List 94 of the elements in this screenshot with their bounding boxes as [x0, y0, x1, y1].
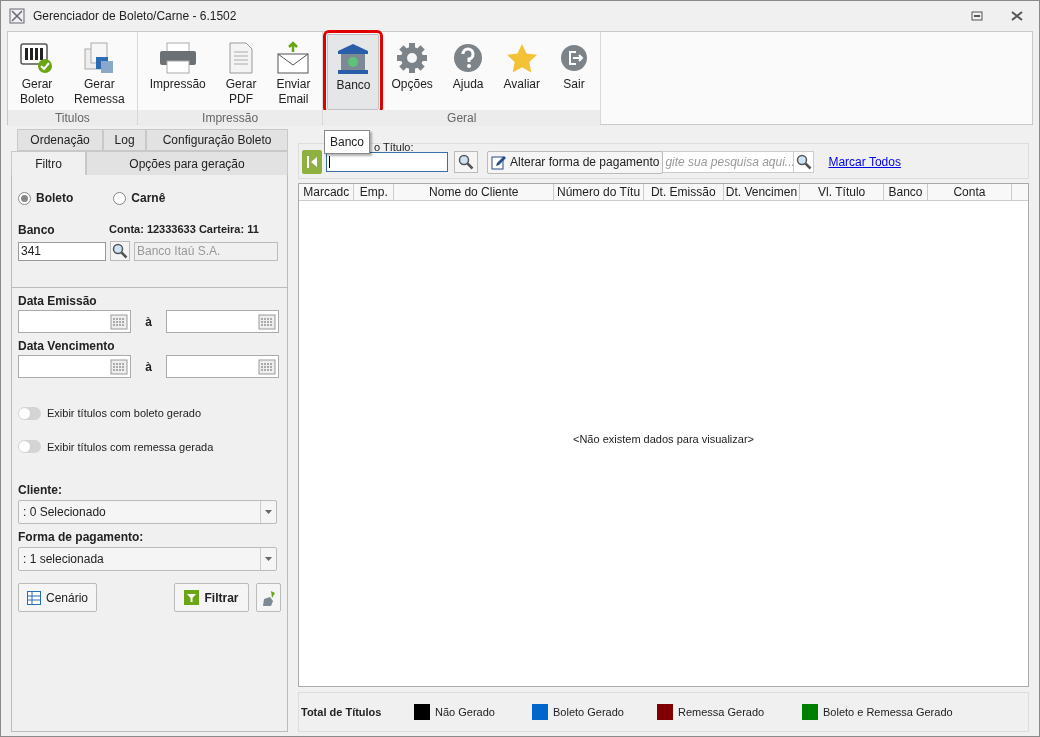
ribbon-button[interactable]: Opções — [383, 34, 441, 110]
column-header[interactable]: Emp. — [354, 184, 395, 200]
calendar-icon[interactable] — [110, 358, 128, 375]
group-label: Geral — [323, 110, 600, 126]
edit-icon — [491, 154, 506, 170]
legend-title: Total de Títulos — [301, 704, 383, 720]
search-icon — [458, 154, 474, 170]
toggle-switch[interactable] — [18, 440, 41, 454]
restore-icon[interactable] — [971, 11, 983, 21]
tooltip: Banco — [324, 130, 371, 154]
toggle-switch[interactable] — [18, 406, 41, 420]
tab[interactable]: Log — [103, 129, 147, 151]
field-label: Forma de pagamento: — [18, 529, 145, 546]
barcode-icon — [20, 42, 54, 74]
title-search-field[interactable] — [326, 152, 448, 172]
legend-label: Boleto e Remessa Gerado — [823, 704, 953, 720]
toggle-label: Exibir títulos com remessa gerada — [47, 439, 214, 455]
search-button[interactable] — [110, 241, 130, 261]
column-header[interactable]: Nome do Cliente — [394, 184, 555, 200]
group-label: Impressão — [137, 110, 323, 126]
select-all-link[interactable]: Marcar Todos — [828, 153, 901, 171]
caret-icon — [265, 510, 272, 514]
tab[interactable]: Filtro — [11, 151, 86, 175]
column-header[interactable]: Vl. Título — [800, 184, 885, 200]
calendar-icon[interactable] — [258, 358, 276, 375]
field-label: o Título: — [374, 141, 414, 153]
settings-icon — [396, 42, 429, 74]
column-header[interactable]: Número do Títu — [554, 184, 644, 200]
field-label: Banco — [18, 222, 56, 239]
column-header[interactable]: Marcadc — [299, 184, 355, 200]
column-header[interactable]: Dt. Vencimen — [723, 184, 801, 200]
funnel-icon — [184, 590, 200, 605]
printer-icon — [157, 41, 198, 75]
range-separator: à — [144, 358, 153, 376]
ribbon-button[interactable]: Impressão — [141, 34, 214, 110]
date-field[interactable] — [166, 355, 279, 378]
change-payment-button[interactable]: Alterar forma de pagamento — [487, 150, 664, 174]
caret-icon — [265, 557, 272, 561]
bank-code-field[interactable]: 341 — [18, 241, 106, 261]
column-header[interactable]: Dt. Emissão — [643, 184, 724, 200]
column-header[interactable]: Conta — [927, 184, 1012, 200]
ribbon-button[interactable]: Avaliar — [495, 34, 548, 110]
envelope-icon — [276, 41, 311, 75]
broom-icon — [261, 589, 276, 606]
bank-icon — [336, 42, 371, 76]
tab[interactable]: Opções para geração — [86, 151, 288, 175]
ribbon-button[interactable]: Gerar PDF — [217, 34, 265, 110]
account-info: Conta: 12333633 Carteira: 11 — [109, 222, 259, 237]
search-icon — [112, 243, 128, 259]
date-field[interactable] — [166, 310, 279, 333]
legend-label: Não Gerado — [435, 704, 495, 720]
clear-button[interactable] — [256, 583, 281, 612]
empty-message: <Não existem dados para visualizar> — [573, 432, 754, 448]
star-icon — [505, 43, 538, 73]
document-icon — [228, 42, 255, 74]
legend-label: Remessa Gerado — [678, 704, 765, 720]
collapse-icon — [306, 155, 318, 169]
exit-icon — [560, 44, 588, 72]
column-header[interactable]: Banco — [884, 184, 928, 200]
legend-label: Boleto Gerado — [553, 704, 624, 720]
ribbon-button[interactable]: Sair — [552, 34, 596, 110]
date-field[interactable] — [18, 355, 131, 378]
tab[interactable]: Ordenação — [17, 129, 104, 151]
calendar-icon[interactable] — [258, 313, 276, 330]
dropdown[interactable]: : 1 selecionada — [18, 547, 277, 571]
app-logo-icon — [9, 8, 25, 24]
scenario-button[interactable]: Cenário — [18, 583, 98, 612]
search-field[interactable]: gite sua pesquisa aqui... — [662, 151, 815, 173]
range-separator: à — [144, 313, 153, 331]
window-title: Gerenciador de Boleto/Carne - 6.1502 — [33, 8, 237, 25]
date-field[interactable] — [18, 310, 131, 333]
collapse-button[interactable] — [302, 150, 322, 174]
ribbon-button[interactable]: Ajuda — [444, 34, 492, 110]
ribbon-button[interactable]: Gerar Remessa — [66, 34, 133, 110]
field-label: Data Vencimento — [18, 338, 116, 355]
help-icon — [453, 43, 484, 73]
toggle-label: Exibir títulos com boleto gerado — [47, 406, 202, 421]
ribbon-button[interactable]: Enviar Email — [268, 34, 319, 110]
radio-button[interactable] — [113, 191, 127, 205]
field-label: Data Emissão — [18, 293, 98, 310]
radio-label: Carnê — [131, 190, 166, 207]
group-label: Titulos — [8, 110, 137, 126]
close-icon[interactable] — [1011, 11, 1023, 21]
field-label: Cliente: — [18, 482, 63, 499]
grid-icon — [27, 590, 41, 605]
filter-button[interactable]: Filtrar — [174, 583, 249, 612]
calendar-icon[interactable] — [110, 313, 128, 330]
tab[interactable]: Configuração Boleto — [146, 129, 288, 151]
radio-button[interactable] — [18, 191, 31, 205]
ribbon-button[interactable]: Gerar Boleto — [12, 34, 63, 110]
dropdown[interactable]: : 0 Selecionado — [18, 500, 277, 524]
search-button[interactable] — [454, 151, 478, 173]
search-icon — [795, 154, 812, 170]
radio-label: Boleto — [36, 190, 74, 207]
